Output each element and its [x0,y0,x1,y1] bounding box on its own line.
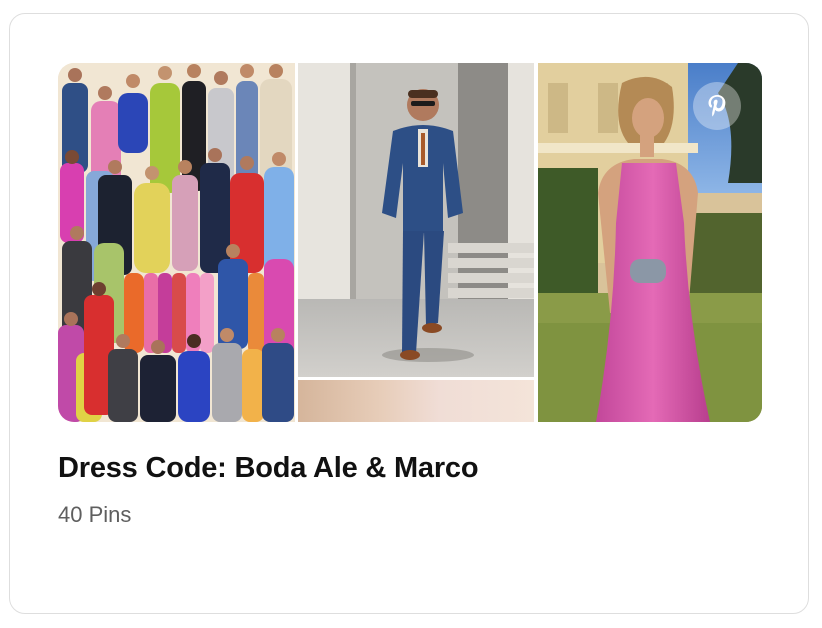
board-cover-collage[interactable] [58,63,762,422]
guests-collage-illustration [58,63,295,422]
pinterest-logo-icon[interactable] [693,82,741,130]
cover-image-beige-swatch [298,380,534,422]
cover-image-guests-collage [58,63,295,422]
board-title[interactable]: Dress Code: Boda Ale & Marco [58,452,479,485]
pinterest-glyph [708,95,726,117]
cover-image-man-blue-suit [298,63,534,377]
pin-count: 40 Pins [58,502,132,527]
man-blue-suit-illustration [298,63,534,377]
